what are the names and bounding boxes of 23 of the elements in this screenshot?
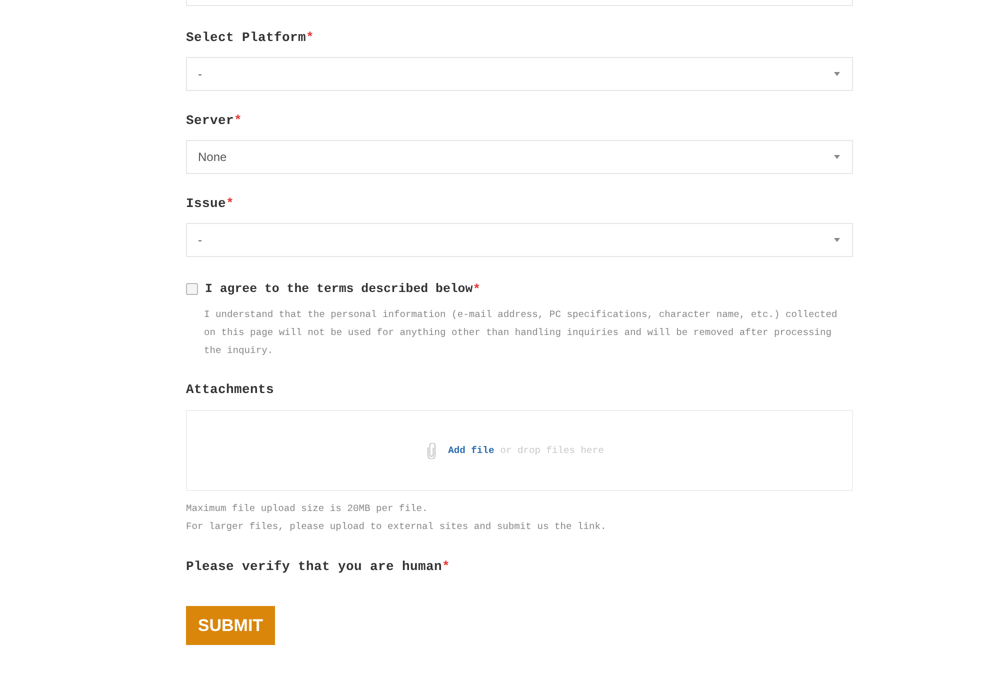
checkbox[interactable] <box>186 283 198 295</box>
field-label: Please verify that you are human <box>186 559 442 575</box>
field-label: Select Platform <box>186 30 306 46</box>
required-mark: * <box>234 113 242 129</box>
paperclip-icon <box>427 442 436 458</box>
select-field[interactable]: - <box>186 223 853 257</box>
select-field[interactable]: - <box>186 57 853 91</box>
add-file-link[interactable]: Add file <box>448 445 494 456</box>
required-mark: * <box>472 282 480 296</box>
caret-icon <box>834 238 840 242</box>
field-label: Attachments <box>186 382 274 398</box>
caret-icon <box>834 155 840 159</box>
caret-icon <box>834 72 840 76</box>
terms-text: I understand that the personal information (e-mail address, PC specifications, character name, etc.) collected on this page will not be used for anything other than handling inquiries and will be removed after processing the inquiry. <box>204 308 838 358</box>
select-field[interactable]: None <box>186 140 853 174</box>
field-label: Issue <box>186 196 226 212</box>
upload-note: Maximum file upload size is 20MB per file. <box>186 502 429 516</box>
checkbox-label: I agree to the terms described below <box>205 282 473 296</box>
required-mark: * <box>306 30 314 46</box>
required-mark: * <box>442 559 450 575</box>
upload-note: For larger files, please upload to external sites and submit us the link. <box>186 520 608 534</box>
field-label: Server <box>186 113 234 129</box>
required-mark: * <box>226 196 234 212</box>
